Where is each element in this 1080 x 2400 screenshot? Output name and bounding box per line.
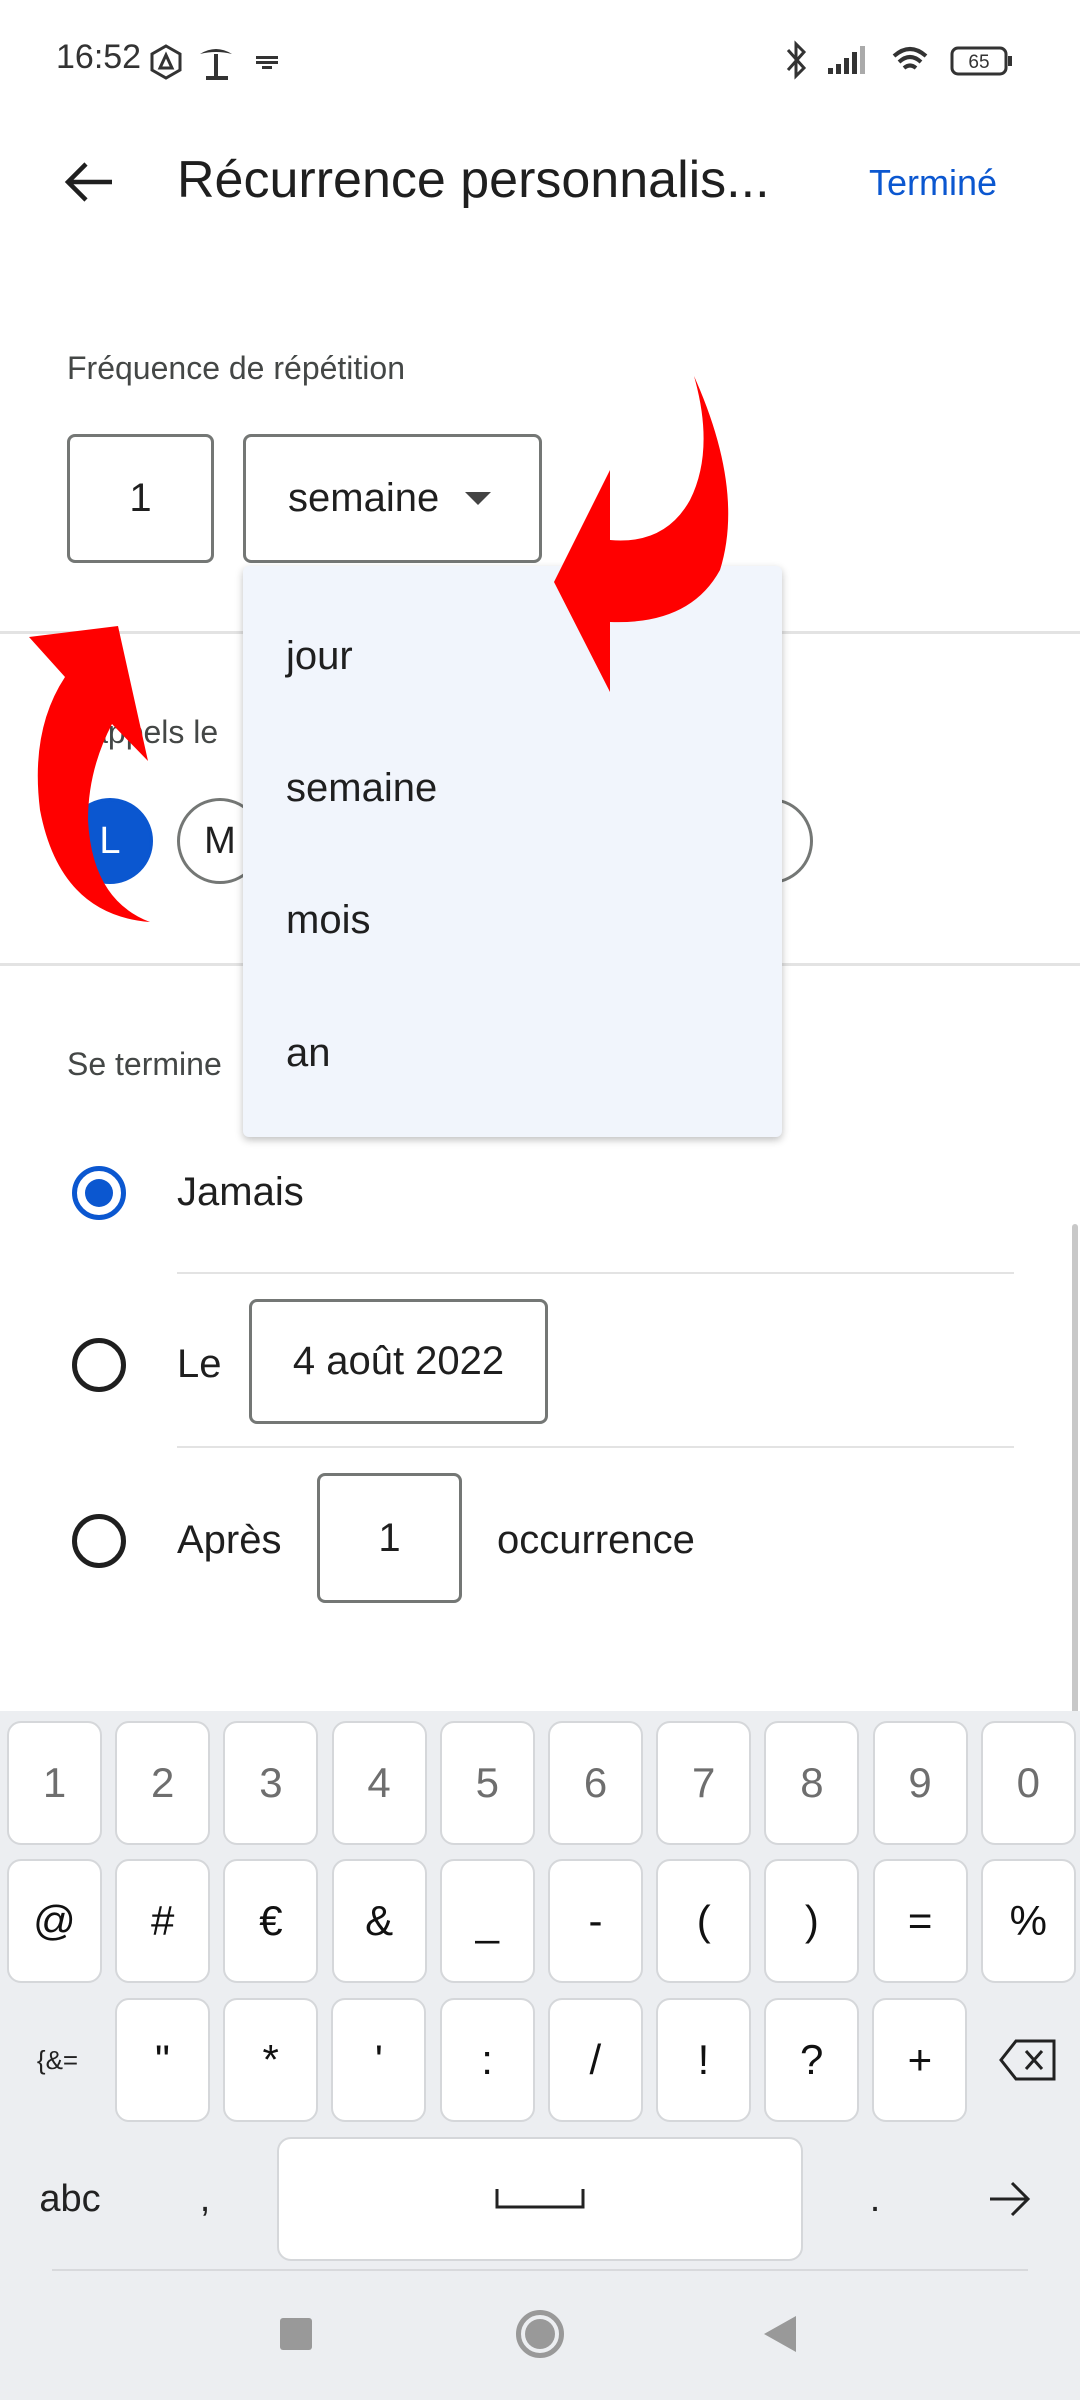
end-date-input[interactable]: 4 août 2022 xyxy=(249,1299,548,1424)
radio-on-date[interactable] xyxy=(72,1338,126,1392)
status-left-icons xyxy=(150,44,278,80)
key[interactable]: ' xyxy=(331,1998,427,2122)
key-period[interactable]: . xyxy=(825,2137,925,2261)
radio-never[interactable] xyxy=(72,1166,126,1220)
palm-tree-icon xyxy=(200,49,232,80)
key[interactable]: 6 xyxy=(548,1721,643,1845)
signal-icon xyxy=(828,46,865,74)
key-abc[interactable]: abc xyxy=(10,2137,130,2261)
wifi-icon xyxy=(892,47,928,70)
never-label: Jamais xyxy=(177,1170,304,1214)
key[interactable]: € xyxy=(223,1859,319,1983)
recents-button[interactable] xyxy=(280,2318,312,2350)
svg-text:65: 65 xyxy=(968,52,989,73)
red-arrow-left-icon xyxy=(29,626,150,922)
key[interactable]: / xyxy=(547,1998,643,2122)
page-title: Récurrence personnalis... xyxy=(177,151,770,209)
key-space[interactable] xyxy=(277,2137,803,2261)
drive-icon xyxy=(150,44,182,80)
key-backspace[interactable] xyxy=(980,1998,1075,2122)
divider xyxy=(177,1446,1014,1448)
key[interactable]: 2 xyxy=(115,1721,211,1845)
after-label: Après xyxy=(177,1518,282,1562)
key[interactable]: 5 xyxy=(439,1721,535,1845)
bluetooth-icon xyxy=(786,40,807,80)
occurrence-count-input[interactable]: 1 xyxy=(317,1473,462,1603)
key[interactable]: - xyxy=(548,1859,643,1983)
key[interactable]: 4 xyxy=(331,1721,427,1845)
key[interactable]: @ xyxy=(7,1859,102,1983)
home-button[interactable] xyxy=(516,2310,564,2358)
key[interactable]: 9 xyxy=(872,1721,968,1845)
key[interactable]: : xyxy=(439,1998,535,2122)
radio-after[interactable] xyxy=(72,1514,126,1568)
status-time: 16:52 xyxy=(56,38,142,76)
key[interactable]: % xyxy=(980,1859,1076,1983)
on-date-label: Le xyxy=(177,1342,222,1386)
key[interactable]: 8 xyxy=(764,1721,860,1845)
key[interactable]: 0 xyxy=(980,1721,1076,1845)
occurrence-label: occurrence xyxy=(497,1518,695,1562)
key[interactable]: 3 xyxy=(223,1721,319,1845)
back-button[interactable] xyxy=(762,2314,798,2354)
arrow-right-icon xyxy=(990,2181,1031,2217)
key[interactable]: & xyxy=(331,1859,427,1983)
red-arrow-right-icon xyxy=(554,376,729,692)
back-arrow-icon[interactable] xyxy=(62,160,114,204)
key-comma[interactable]: , xyxy=(155,2137,255,2261)
divider xyxy=(177,1272,1014,1274)
key[interactable]: + xyxy=(872,1998,968,2122)
key[interactable]: ! xyxy=(656,1998,751,2122)
key[interactable]: 1 xyxy=(7,1721,102,1845)
key-enter[interactable] xyxy=(960,2137,1060,2261)
key[interactable]: # xyxy=(115,1859,211,1983)
key-symbols-switch[interactable]: {&= xyxy=(10,1998,105,2122)
key[interactable]: ) xyxy=(764,1859,860,1983)
backspace-icon xyxy=(998,2039,1055,2081)
key[interactable]: ( xyxy=(656,1859,752,1983)
scrollbar[interactable] xyxy=(1072,1224,1078,1714)
key[interactable]: = xyxy=(872,1859,968,1983)
key[interactable]: _ xyxy=(439,1859,535,1983)
ends-label: Se termine xyxy=(67,1046,222,1082)
space-icon xyxy=(495,2189,585,2209)
key[interactable]: " xyxy=(115,1998,210,2122)
key[interactable]: ? xyxy=(764,1998,860,2122)
annotation-arrows xyxy=(29,376,729,922)
key[interactable]: * xyxy=(223,1998,319,2122)
keyboard-icon xyxy=(256,56,278,69)
divider xyxy=(52,2269,1028,2271)
key[interactable]: 7 xyxy=(656,1721,752,1845)
status-right-icons: 65 xyxy=(786,40,1012,80)
menu-item-an[interactable]: an xyxy=(286,1023,736,1083)
done-button[interactable]: Terminé xyxy=(869,162,997,204)
